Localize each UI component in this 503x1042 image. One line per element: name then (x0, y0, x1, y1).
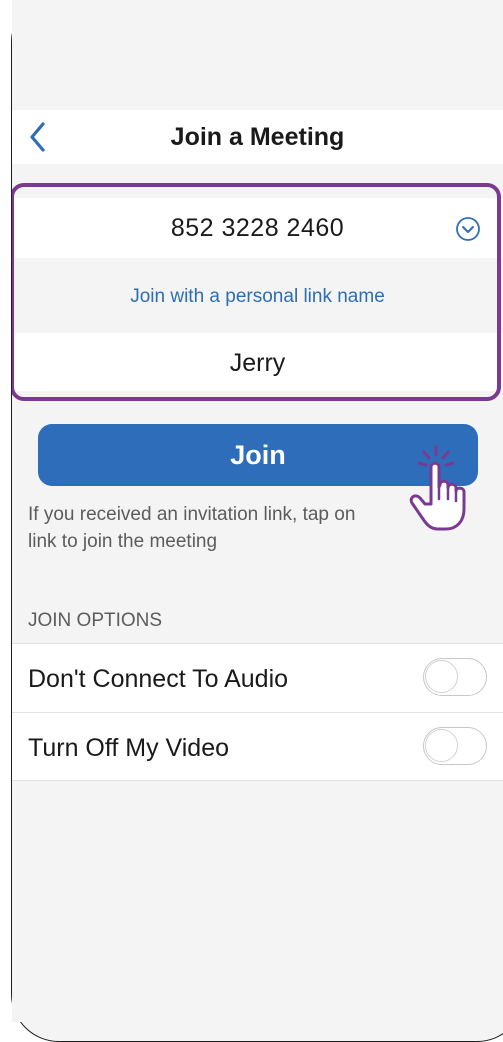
invitation-hint-text: If you received an invitation link, tap … (28, 501, 468, 555)
join-button[interactable]: Join (38, 424, 478, 486)
meeting-id-dropdown-button[interactable] (455, 216, 481, 242)
hint-line-2: link to join the meeting (28, 531, 218, 552)
hint-line-1: If you received an invitation link, tap … (28, 504, 356, 525)
page-title: Join a Meeting (170, 123, 345, 151)
toggle-knob (425, 729, 458, 762)
option-row-turn-off-video: Turn Off My Video (12, 712, 503, 781)
option-row-dont-connect-audio: Don't Connect To Audio (12, 643, 503, 712)
join-options-header: JOIN OPTIONS (28, 610, 163, 631)
toggle-knob (425, 660, 458, 693)
display-name-input[interactable]: Jerry (12, 349, 503, 378)
meeting-id-row[interactable]: 852 3228 2460 (12, 198, 503, 258)
option-label-video: Turn Off My Video (28, 734, 230, 762)
meeting-id-input[interactable]: 852 3228 2460 (12, 214, 503, 243)
chevron-down-circle-icon (456, 217, 480, 241)
audio-toggle[interactable] (423, 658, 487, 696)
personal-link-row: Join with a personal link name (12, 260, 503, 332)
display-name-row[interactable]: Jerry (12, 333, 503, 391)
option-label-audio: Don't Connect To Audio (28, 665, 289, 693)
video-toggle[interactable] (423, 727, 487, 765)
status-bar-area (12, 0, 503, 110)
screen: Join a Meeting 852 3228 2460 Join with a… (12, 0, 503, 1022)
navigation-bar: Join a Meeting (12, 110, 503, 164)
personal-link-name-link[interactable]: Join with a personal link name (12, 286, 503, 308)
